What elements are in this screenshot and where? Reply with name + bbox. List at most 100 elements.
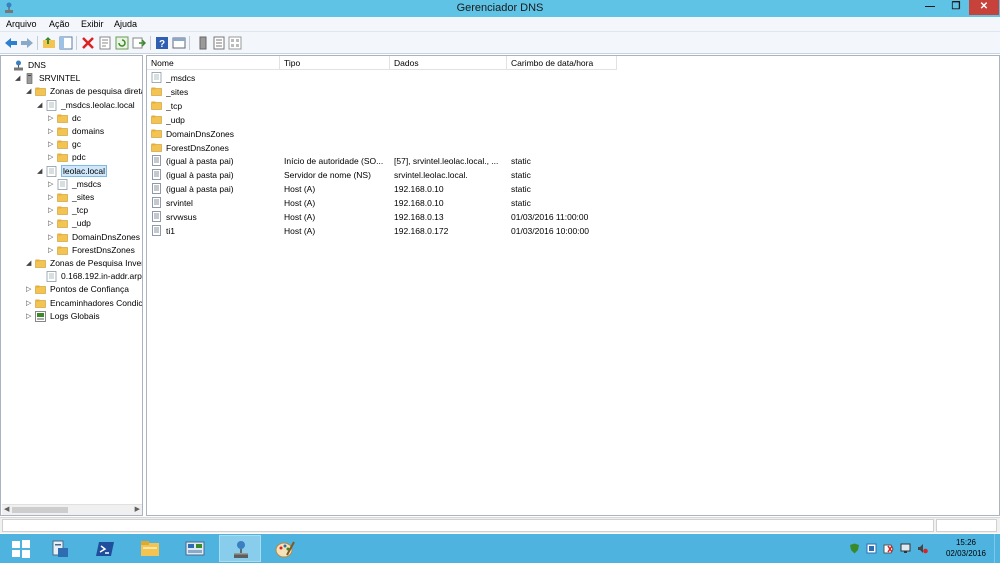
menu-arquivo[interactable]: Arquivo	[6, 19, 37, 29]
security-icon[interactable]	[849, 543, 860, 554]
list-item[interactable]: _sites	[147, 85, 999, 99]
close-button[interactable]: ✕	[969, 0, 999, 15]
cell-name: _udp	[166, 114, 185, 125]
zone-icon	[46, 271, 57, 283]
show-desktop-button[interactable]	[994, 534, 1000, 563]
column-header-dados[interactable]: Dados	[390, 56, 507, 70]
expand-arrow-icon[interactable]: ▷	[48, 140, 55, 149]
display-icon[interactable]	[900, 543, 911, 554]
toolbar-separator	[76, 36, 77, 50]
column-header-carimbo[interactable]: Carimbo de data/hora	[507, 56, 617, 70]
column-header-tipo[interactable]: Tipo	[280, 56, 390, 70]
export-list-icon[interactable]	[132, 36, 146, 50]
taskbar-control-panel[interactable]	[174, 535, 216, 562]
expand-arrow-icon[interactable]: ▷	[48, 233, 55, 242]
expand-arrow-icon[interactable]: ▷	[48, 206, 55, 215]
up-folder-icon[interactable]	[42, 36, 56, 50]
help-icon[interactable]: ?	[155, 36, 169, 50]
list-item[interactable]: (igual à pasta pai) Início de autoridade …	[147, 154, 999, 168]
taskbar-dns-manager[interactable]	[219, 535, 261, 562]
tree-node-label: Zonas de pesquisa direta	[50, 86, 143, 97]
collapse-arrow-icon[interactable]: ◢	[15, 74, 22, 83]
cell-name: _sites	[166, 86, 189, 97]
expand-arrow-icon[interactable]: ▷	[48, 219, 55, 228]
folder-icon	[151, 100, 162, 111]
menu-exibir[interactable]: Exibir	[81, 19, 104, 29]
collapse-arrow-icon[interactable]: ◢	[37, 167, 44, 176]
list-item[interactable]: ForestDnsZones	[147, 141, 999, 155]
taskbar-powershell[interactable]	[84, 535, 126, 562]
menu-acao[interactable]: Ação	[49, 19, 70, 29]
menu-ajuda[interactable]: Ajuda	[114, 19, 137, 29]
start-button[interactable]	[0, 535, 42, 562]
collapse-arrow-icon[interactable]: ◢	[26, 259, 33, 268]
folder-icon	[151, 114, 162, 125]
cell-name: srvwsus	[166, 212, 197, 222]
list-item[interactable]: ti1 Host (A) 192.168.0.172 01/03/2016 10:00…	[147, 224, 999, 238]
tree-node-label: 0.168.192.in-addr.arp	[61, 271, 142, 282]
taskbar-clock[interactable]: 15:26 02/03/2016	[936, 537, 996, 559]
list-item[interactable]: srvwsus Host (A) 192.168.0.13 01/03/2016 11…	[147, 210, 999, 224]
taskbar-server-manager[interactable]	[39, 535, 81, 562]
expand-arrow-icon[interactable]: ▷	[26, 312, 33, 321]
cell-timestamp: static	[511, 156, 531, 167]
folder-icon	[57, 126, 68, 136]
properties-icon[interactable]	[98, 36, 112, 50]
list-item[interactable]: _udp	[147, 113, 999, 127]
taskbar-paint[interactable]	[264, 535, 306, 562]
tree-node-label: _tcp	[72, 205, 89, 216]
network-share-icon[interactable]	[866, 543, 877, 554]
tree-node-label: _msdcs.leolac.local	[61, 99, 135, 110]
detail-view-icon[interactable]	[228, 36, 242, 50]
expand-arrow-icon[interactable]: ▷	[48, 246, 55, 255]
scrollbar-thumb[interactable]	[12, 507, 68, 513]
console-icon[interactable]	[172, 36, 186, 50]
list-item[interactable]: _msdcs	[147, 71, 999, 85]
refresh-icon[interactable]	[115, 36, 129, 50]
folder-icon	[57, 205, 68, 215]
expand-arrow-icon[interactable]: ▷	[48, 114, 55, 123]
list-item[interactable]: _tcp	[147, 99, 999, 113]
taskbar-file-explorer[interactable]	[129, 535, 171, 562]
folder-icon	[35, 298, 46, 308]
restore-button[interactable]: ❐	[943, 0, 969, 15]
collapse-arrow-icon[interactable]: ◢	[26, 87, 33, 96]
server-icon[interactable]	[196, 36, 210, 50]
list-view-icon[interactable]	[212, 36, 226, 50]
expand-arrow-icon[interactable]: ▷	[26, 285, 33, 294]
expand-arrow-icon[interactable]: ▷	[26, 299, 33, 308]
list-item[interactable]: srvintel Host (A) 192.168.0.10 static	[147, 196, 999, 210]
forward-icon[interactable]	[20, 36, 34, 50]
column-header-nome[interactable]: Nome	[147, 56, 280, 70]
start-icon	[12, 540, 30, 558]
folder-icon	[57, 192, 68, 202]
list-item[interactable]: (igual à pasta pai) Servidor de nome (NS)…	[147, 168, 999, 182]
back-icon[interactable]	[4, 36, 18, 50]
cell-timestamp: 01/03/2016 11:00:00	[511, 212, 589, 222]
expand-arrow-icon[interactable]: ▷	[48, 193, 55, 202]
expand-arrow-icon[interactable]: ▷	[48, 180, 55, 189]
tree-node-label: gc	[72, 139, 81, 150]
folder-icon	[57, 113, 68, 123]
volume-muted-icon[interactable]	[917, 543, 928, 554]
window-title: Gerenciador DNS	[456, 2, 544, 14]
list-item[interactable]: (igual à pasta pai) Host (A) 192.168.0.10 s…	[147, 182, 999, 196]
tree-node-label: _udp	[72, 218, 91, 229]
expand-arrow-icon[interactable]: ▷	[48, 127, 55, 136]
expand-arrow-icon[interactable]: ▷	[48, 153, 55, 162]
folder-icon	[35, 258, 46, 268]
minimize-button[interactable]: —	[917, 0, 943, 15]
scroll-right-icon[interactable]: ▶	[135, 505, 140, 513]
show-hide-tree-icon[interactable]	[59, 36, 73, 50]
scroll-left-icon[interactable]: ◀	[4, 505, 9, 513]
tree-node-label: _sites	[72, 192, 95, 202]
horizontal-scrollbar[interactable]: ◀ ▶	[2, 504, 142, 515]
collapse-arrow-icon[interactable]: ◢	[37, 101, 44, 110]
tree-node-label: DomainDnsZones	[72, 231, 141, 242]
cell-data: srvintel.leolac.local.	[394, 170, 468, 181]
list-item[interactable]: DomainDnsZones	[147, 127, 999, 141]
status-bar	[0, 517, 1000, 533]
delete-icon[interactable]	[81, 36, 95, 50]
action-center-icon[interactable]	[883, 543, 894, 554]
expand-arrow-icon	[37, 272, 44, 281]
